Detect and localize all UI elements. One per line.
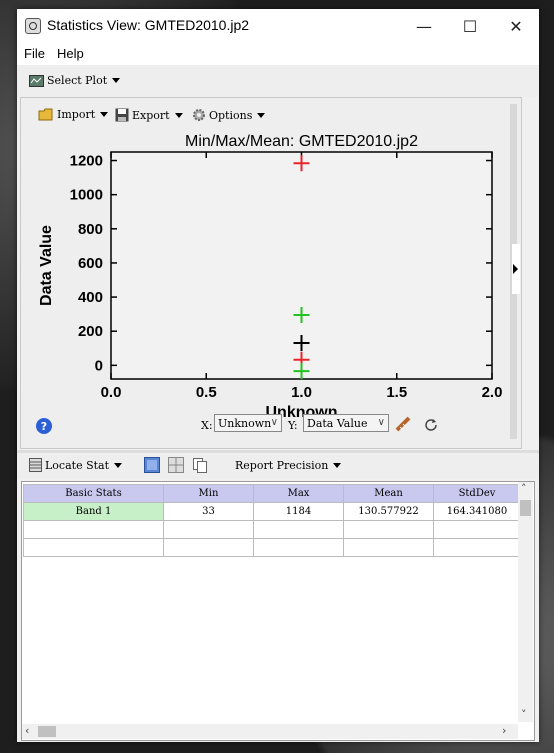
table-horizontal-scrollbar[interactable]: ‹ › (22, 724, 518, 739)
column-header-stddev[interactable]: StdDev (433, 484, 521, 503)
vertical-scroll-thumb[interactable] (520, 500, 531, 516)
title-bar[interactable]: Statistics View: GMTED2010.jp2 — ☐ ✕ (17, 9, 539, 43)
min-max-mean-chart[interactable]: Min/Max/Mean: GMTED2010.jp2 0.0 0.5 1.0 1.5 2… (27, 127, 507, 417)
gear-icon (193, 109, 205, 121)
y-axis-select[interactable]: Data Value ∨ (303, 414, 389, 432)
x-tick-label: 1.0 (291, 384, 312, 401)
mean-cell[interactable]: 130.577922 (343, 502, 434, 521)
table-header-row: Basic Stats Min Max Mean StdDev (23, 484, 521, 503)
scroll-up-icon[interactable]: ˄ (521, 482, 527, 495)
y-axis-select-value: Data Value (307, 416, 368, 430)
scroll-left-icon[interactable]: ‹ (25, 724, 29, 737)
table-row[interactable] (23, 520, 521, 539)
chevron-down-icon (114, 462, 123, 468)
chevron-down-icon (112, 78, 121, 83)
horizontal-scroll-thumb[interactable] (38, 726, 56, 737)
x-axis-select[interactable]: Unknown ∨ (214, 414, 282, 432)
options-button[interactable]: Options (192, 108, 266, 122)
max-cell[interactable]: 1184 (253, 502, 344, 521)
y-tick-label: 800 (78, 221, 103, 238)
x-tick-label: 0.0 (101, 384, 122, 401)
export-label: Export (132, 108, 170, 122)
folder-icon (38, 108, 53, 121)
view-grid-icon[interactable] (168, 457, 184, 473)
import-button[interactable]: Import (38, 108, 109, 121)
min-cell[interactable]: 33 (163, 502, 254, 521)
maximize-button[interactable]: ☐ (447, 9, 493, 43)
table-row[interactable]: Band 1 33 1184 130.577922 164.341080 (23, 502, 521, 521)
stddev-cell[interactable]: 164.341080 (433, 502, 521, 521)
save-icon (115, 108, 129, 122)
expand-panel-arrow-icon[interactable] (512, 244, 520, 294)
column-header-mean[interactable]: Mean (343, 484, 434, 503)
x-axis-selector-label: X: (201, 419, 213, 432)
chevron-down-icon (333, 463, 342, 468)
chevron-down-icon: ∨ (377, 417, 385, 428)
ruler-icon[interactable] (395, 416, 411, 432)
close-button[interactable]: ✕ (493, 9, 539, 43)
x-tick-label: 2.0 (482, 384, 503, 401)
stats-table-panel: Basic Stats Min Max Mean StdDev Band 1 3… (21, 481, 535, 741)
column-header-min[interactable]: Min (163, 484, 254, 503)
scroll-right-icon[interactable]: › (502, 724, 506, 737)
help-icon[interactable]: ? (36, 418, 52, 434)
plot-icon (29, 74, 44, 87)
y-tick-label: 400 (78, 289, 103, 306)
minimize-button[interactable]: — (401, 9, 447, 43)
refresh-icon[interactable] (424, 417, 438, 431)
window-title: Statistics View: GMTED2010.jp2 (47, 17, 250, 33)
view-single-icon[interactable] (144, 457, 160, 473)
menu-help[interactable]: Help (57, 46, 84, 61)
stats-table: Basic Stats Min Max Mean StdDev Band 1 3… (23, 484, 521, 557)
y-tick-label: 1000 (70, 187, 103, 204)
chevron-down-icon (100, 112, 109, 117)
app-icon (25, 18, 41, 34)
locate-stat-label: Locate Stat (45, 458, 110, 472)
export-button[interactable]: Export (115, 108, 183, 122)
y-tick-label: 1200 (70, 153, 103, 170)
y-axis-selector-label: Y: (288, 419, 298, 432)
y-tick-label: 200 (78, 323, 103, 340)
chevron-down-icon: ∨ (270, 417, 278, 428)
menu-file[interactable]: File (24, 46, 45, 61)
scroll-down-icon[interactable]: ˅ (521, 708, 527, 721)
y-tick-label: 0 (95, 357, 103, 374)
x-tick-label: 1.5 (386, 384, 407, 401)
options-label: Options (209, 108, 253, 122)
chevron-down-icon (257, 112, 266, 118)
column-header-max[interactable]: Max (253, 484, 344, 503)
select-plot-label: Select Plot (47, 74, 108, 87)
select-plot-button[interactable]: Select Plot (29, 74, 121, 87)
menu-bar: File Help (17, 43, 539, 65)
y-axis-label: Data Value (38, 225, 55, 306)
x-axis-select-value: Unknown (218, 416, 272, 430)
copy-icon[interactable] (192, 457, 208, 473)
chart-title: Min/Max/Mean: GMTED2010.jp2 (185, 133, 418, 150)
y-tick-label: 600 (78, 255, 103, 272)
x-tick-label: 0.5 (196, 384, 217, 401)
column-header-basic-stats[interactable]: Basic Stats (23, 484, 164, 503)
table-vertical-scrollbar[interactable]: ˄ ˅ (518, 482, 533, 722)
report-precision-button[interactable]: Report Precision (235, 459, 342, 472)
row-label-cell[interactable]: Band 1 (23, 502, 164, 521)
table-icon (29, 458, 42, 472)
chevron-down-icon (174, 112, 183, 118)
table-row[interactable] (23, 538, 521, 557)
statistics-window: Statistics View: GMTED2010.jp2 — ☐ ✕ Fil… (17, 9, 539, 742)
locate-stat-button[interactable]: Locate Stat (29, 458, 123, 472)
stats-toolbar: Locate Stat Report Precision (17, 453, 539, 479)
import-label: Import (57, 108, 96, 121)
report-precision-label: Report Precision (235, 459, 329, 472)
main-toolbar: Select Plot (17, 65, 539, 97)
